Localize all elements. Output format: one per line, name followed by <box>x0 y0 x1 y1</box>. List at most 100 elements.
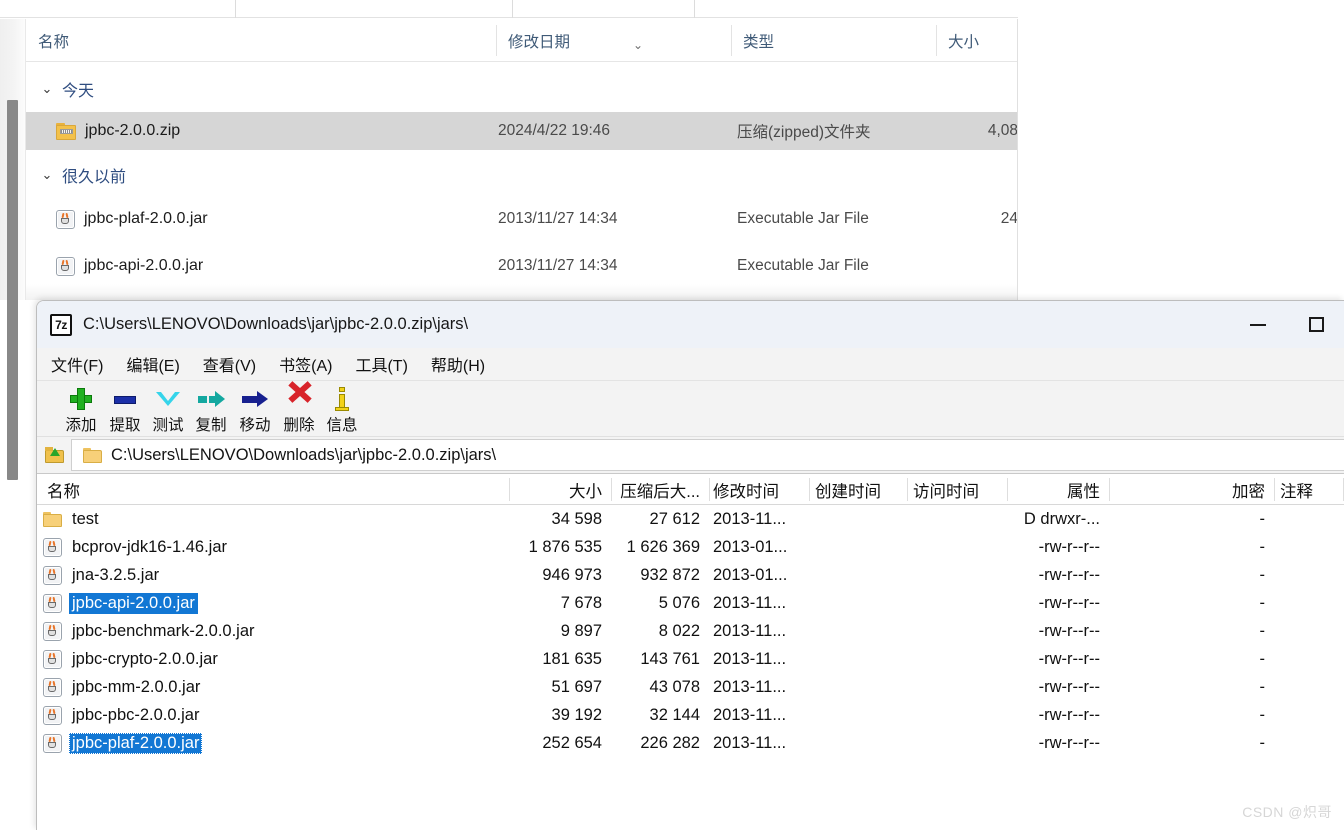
list-column-encrypted[interactable]: 加密 <box>1109 474 1274 505</box>
file-row-accessed <box>907 617 1007 645</box>
file-row-modified: 2013-11... <box>713 593 787 612</box>
java-jar-icon <box>56 256 75 276</box>
file-row-attributes: -rw-r--r-- <box>1038 733 1100 752</box>
file-row-size: 34 598 <box>551 509 602 528</box>
file-row-size: 946 973 <box>542 565 602 584</box>
java-jar-icon <box>43 649 62 669</box>
maximize-button[interactable] <box>1287 301 1344 348</box>
toolbar-copy-button[interactable]: 复制 <box>187 384 235 436</box>
explorer-column-type[interactable]: 类型 <box>731 19 936 62</box>
file-row-created <box>809 673 907 701</box>
sort-ascending-icon: ⌄ <box>632 38 644 52</box>
file-row-name: jpbc-crypto-2.0.0.jar <box>43 645 221 673</box>
sevenzip-toolbar: 添加 提取 测试 复制 移动 删除 信息 <box>37 381 1344 437</box>
up-one-level-button[interactable] <box>37 437 71 473</box>
explorer-vertical-scrollbar-thumb[interactable] <box>7 100 18 480</box>
file-row-attributes: -rw-r--r-- <box>1038 593 1100 612</box>
file-row-name: jpbc-pbc-2.0.0.jar <box>43 701 202 729</box>
sevenzip-title-bar[interactable]: 7z C:\Users\LENOVO\Downloads\jar\jpbc-2.… <box>37 301 1344 348</box>
file-row-name-text: jpbc-plaf-2.0.0.jar <box>69 732 203 754</box>
toolbar-move-button[interactable]: 移动 <box>231 384 279 436</box>
table-row[interactable]: jpbc-plaf-2.0.0.jar 2013/11/27 14:34 Exe… <box>26 200 1018 238</box>
file-row-attributes: -rw-r--r-- <box>1038 677 1100 696</box>
list-column-accessed[interactable]: 访问时间 <box>907 474 1007 505</box>
file-explorer-window: 名称 修改日期 类型 大小 ⌄ ⌄ 今天 jpbc-2.0.0.zip 2024… <box>0 0 1018 300</box>
file-row-name-text: jpbc-mm-2.0.0.jar <box>72 677 201 696</box>
zip-archive-icon <box>56 122 76 140</box>
minimize-button[interactable] <box>1229 301 1287 348</box>
table-row[interactable]: jpbc-benchmark-2.0.0.jar 9 897 8 022 2013-1… <box>37 617 1344 645</box>
table-row[interactable]: bcprov-jdk16-1.46.jar 1 876 535 1 626 369 2… <box>37 533 1344 561</box>
menu-item-help[interactable]: 帮助(H) <box>422 351 494 377</box>
table-row[interactable]: jpbc-plaf-2.0.0.jar 252 654 226 282 2013-11… <box>37 729 1344 757</box>
toolbar-test-button[interactable]: 测试 <box>144 384 192 436</box>
explorer-group-header-long-ago[interactable]: ⌄ 很久以前 <box>26 156 1018 194</box>
file-row-encrypted: - <box>1259 509 1266 528</box>
list-column-name[interactable]: 名称 <box>37 474 509 505</box>
toolbar-info-button[interactable]: 信息 <box>318 384 366 436</box>
file-row-size: 9 897 <box>560 621 602 640</box>
table-row[interactable]: test 34 598 27 612 2013-11... D drwxr-... - <box>37 505 1344 533</box>
explorer-column-name[interactable]: 名称 <box>26 19 496 62</box>
table-row[interactable]: jpbc-pbc-2.0.0.jar 39 192 32 144 2013-11...… <box>37 701 1344 729</box>
file-row-packed: 5 076 <box>658 593 700 612</box>
file-row-modified: 2013-11... <box>713 677 787 696</box>
file-row-name: jpbc-api-2.0.0.jar <box>43 589 198 617</box>
menu-item-view[interactable]: 查看(V) <box>194 351 265 377</box>
table-row[interactable]: jpbc-mm-2.0.0.jar 51 697 43 078 2013-11... -… <box>37 673 1344 701</box>
add-plus-icon <box>65 386 97 412</box>
file-row-comment <box>1274 561 1344 589</box>
java-jar-icon <box>43 537 62 557</box>
file-row-size: 181 635 <box>542 649 602 668</box>
table-row[interactable]: jpbc-api-2.0.0.jar 7 678 5 076 2013-11... -r… <box>37 589 1344 617</box>
file-row-created <box>809 617 907 645</box>
file-row-name-text: bcprov-jdk16-1.46.jar <box>72 537 227 556</box>
file-row-packed: 8 022 <box>658 621 700 640</box>
toolbar-add-button[interactable]: 添加 <box>57 384 105 436</box>
file-row-attributes: D drwxr-... <box>1023 509 1100 528</box>
file-row-packed: 226 282 <box>640 733 700 752</box>
java-jar-icon <box>43 593 62 613</box>
file-row-size: 7 678 <box>560 593 602 612</box>
table-row[interactable]: jpbc-api-2.0.0.jar 2013/11/27 14:34 Exec… <box>26 247 1018 285</box>
explorer-column-size[interactable]: 大小 <box>936 19 1018 62</box>
list-column-size[interactable]: 大小 <box>509 474 611 505</box>
file-row-size: 252 654 <box>542 733 602 752</box>
folder-icon <box>83 447 102 463</box>
table-row[interactable]: jpbc-crypto-2.0.0.jar 181 635 143 761 2013-… <box>37 645 1344 673</box>
file-row-name-text: jpbc-pbc-2.0.0.jar <box>72 705 200 724</box>
list-column-packed[interactable]: 压缩后大... <box>611 474 709 505</box>
file-row-packed: 932 872 <box>640 565 700 584</box>
explorer-group-header-today[interactable]: ⌄ 今天 <box>26 70 1018 108</box>
list-column-comment[interactable]: 注释 <box>1274 474 1344 505</box>
file-row-comment <box>1274 729 1344 757</box>
file-row-modified: 2013-01... <box>713 565 788 584</box>
toolbar-extract-button[interactable]: 提取 <box>101 384 149 436</box>
file-row-created <box>809 561 907 589</box>
up-one-level-icon <box>44 447 64 463</box>
file-row-created <box>809 645 907 673</box>
list-column-attributes[interactable]: 属性 <box>1007 474 1109 505</box>
menu-item-tools[interactable]: 工具(T) <box>346 351 416 377</box>
sevenzip-window: 7z C:\Users\LENOVO\Downloads\jar\jpbc-2.… <box>36 300 1344 830</box>
menu-item-bookmark[interactable]: 书签(A) <box>270 351 341 377</box>
sevenzip-app-icon: 7z <box>50 313 72 336</box>
explorer-row-name-text: jpbc-2.0.0.zip <box>85 122 181 139</box>
file-row-comment <box>1274 589 1344 617</box>
menu-item-file[interactable]: 文件(F) <box>42 351 112 377</box>
explorer-column-date[interactable]: 修改日期 <box>496 19 731 62</box>
table-row[interactable]: jpbc-2.0.0.zip 2024/4/22 19:46 压缩(zipped… <box>26 112 1018 150</box>
toolbar-extract-label: 提取 <box>109 417 141 434</box>
list-column-created[interactable]: 创建时间 <box>809 474 907 505</box>
list-column-modified[interactable]: 修改时间 <box>709 474 809 505</box>
path-input[interactable]: C:\Users\LENOVO\Downloads\jar\jpbc-2.0.0… <box>71 439 1344 471</box>
explorer-file-list[interactable]: ⌄ 今天 jpbc-2.0.0.zip 2024/4/22 19:46 压缩(z… <box>26 62 1018 284</box>
file-row-accessed <box>907 673 1007 701</box>
table-row[interactable]: jna-3.2.5.jar 946 973 932 872 2013-01... -rw… <box>37 561 1344 589</box>
toolbar-delete-button[interactable]: 删除 <box>275 381 323 436</box>
menu-item-edit[interactable]: 编辑(E) <box>117 351 188 377</box>
sevenzip-file-list[interactable]: test 34 598 27 612 2013-11... D drwxr-... - bc… <box>37 505 1344 830</box>
file-row-name: jna-3.2.5.jar <box>43 561 162 589</box>
test-chevron-down-icon <box>152 386 184 412</box>
file-row-name: jpbc-plaf-2.0.0.jar <box>43 729 203 757</box>
